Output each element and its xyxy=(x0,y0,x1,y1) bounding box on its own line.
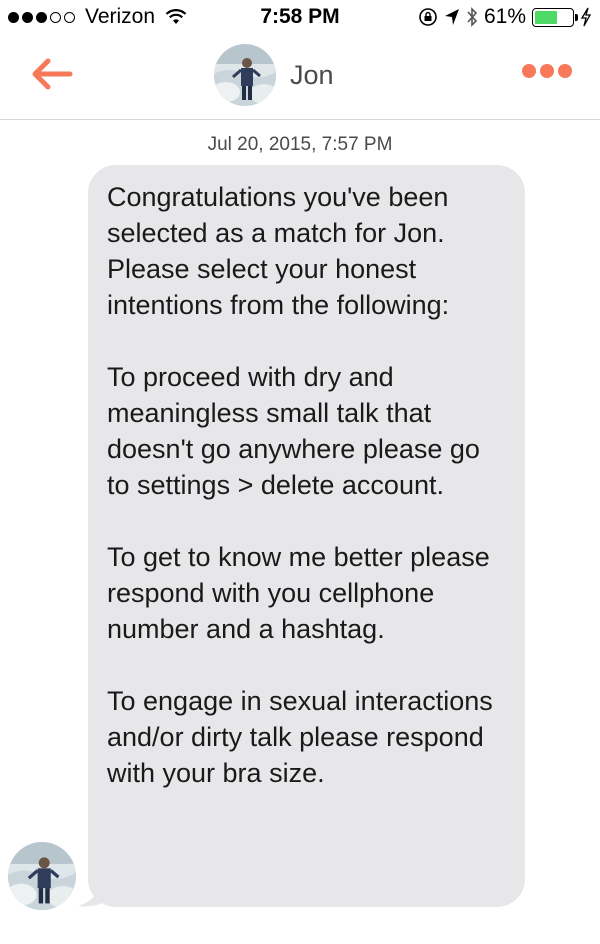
status-right: 61% xyxy=(418,5,592,29)
nav-bar: Jon xyxy=(0,34,600,120)
avatar-photo xyxy=(214,44,276,106)
back-arrow-icon[interactable] xyxy=(30,56,74,92)
contact-name[interactable]: Jon xyxy=(290,60,334,91)
lock-rotation-icon xyxy=(419,8,437,26)
avatar[interactable] xyxy=(214,44,276,106)
message-text: Congratulations you've been selected as … xyxy=(107,182,493,788)
battery-icon xyxy=(532,7,578,27)
charging-bolt-icon xyxy=(580,7,592,27)
more-dots-icon[interactable] xyxy=(522,64,572,78)
status-bar: Verizon 7:58 PM 61% xyxy=(0,0,600,34)
sender-avatar[interactable] xyxy=(8,842,76,910)
location-arrow-icon xyxy=(444,9,459,25)
bluetooth-icon xyxy=(467,7,478,27)
message-timestamp: Jul 20, 2015, 7:57 PM xyxy=(207,134,393,155)
battery-percent: 61% xyxy=(483,5,526,28)
sender-avatar-photo xyxy=(8,842,76,910)
message-bubble[interactable]: Congratulations you've been selected as … xyxy=(88,165,525,907)
battery-fill xyxy=(535,10,557,24)
